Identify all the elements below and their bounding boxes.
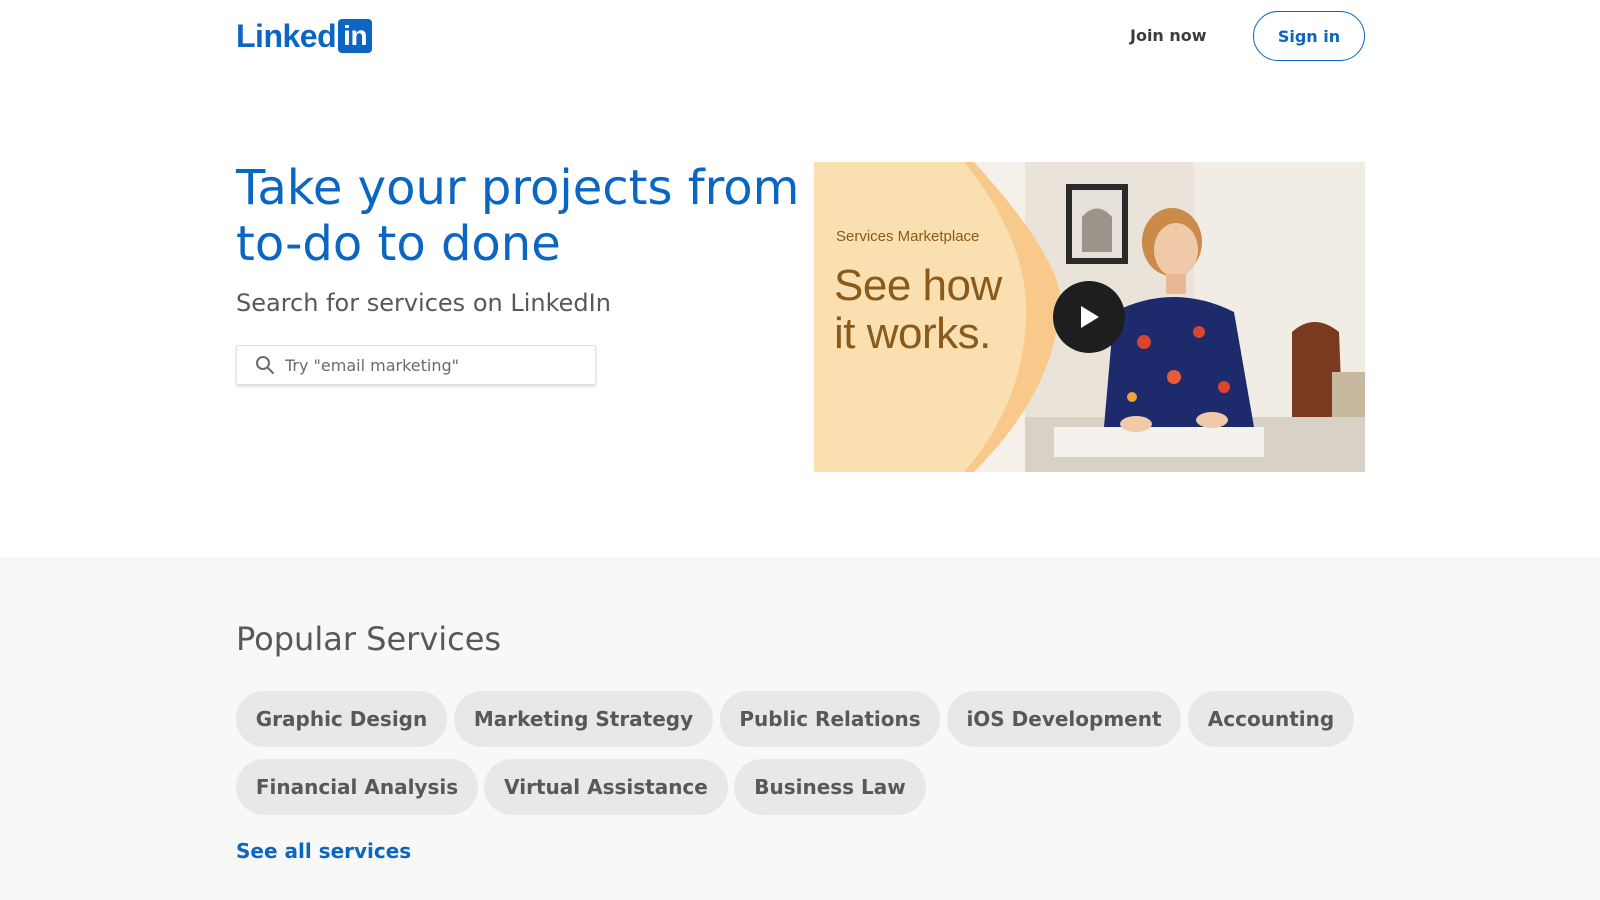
logo-wordmark: Linked — [236, 18, 336, 55]
play-icon — [1077, 304, 1101, 330]
top-nav: Linked in Join now Sign in — [0, 0, 1600, 72]
popular-services-section: Popular Services Graphic Design Marketin… — [0, 557, 1600, 900]
promo-video[interactable]: Services Marketplace See how it works. — [814, 162, 1365, 472]
see-all-services-link[interactable]: See all services — [236, 839, 411, 863]
linkedin-logo[interactable]: Linked in — [236, 19, 372, 53]
hero-subtitle: Search for services on LinkedIn — [236, 288, 611, 318]
service-pill-business-law[interactable]: Business Law — [734, 759, 926, 815]
logo-badge: in — [338, 19, 372, 53]
sign-in-button[interactable]: Sign in — [1253, 11, 1365, 61]
promo-label: Services Marketplace — [836, 228, 979, 245]
service-pill-virtual-assistance[interactable]: Virtual Assistance — [484, 759, 728, 815]
service-pill-financial-analysis[interactable]: Financial Analysis — [236, 759, 478, 815]
service-pill-ios-development[interactable]: iOS Development — [947, 691, 1181, 747]
service-pill-public-relations[interactable]: Public Relations — [720, 691, 940, 747]
service-search-box[interactable] — [236, 345, 596, 385]
service-pill-marketing-strategy[interactable]: Marketing Strategy — [454, 691, 713, 747]
join-now-link[interactable]: Join now — [1130, 24, 1207, 48]
service-pill-accounting[interactable]: Accounting — [1188, 691, 1354, 747]
hero-title: Take your projects from to-do to done — [236, 160, 816, 272]
page: Linked in Join now Sign in Take your pro… — [0, 0, 1600, 900]
search-icon — [255, 355, 275, 375]
service-pill-graphic-design[interactable]: Graphic Design — [236, 691, 447, 747]
search-input[interactable] — [285, 350, 585, 380]
promo-headline: See how it works. — [834, 262, 1034, 358]
play-button[interactable] — [1053, 281, 1125, 353]
popular-services-title: Popular Services — [236, 619, 501, 659]
